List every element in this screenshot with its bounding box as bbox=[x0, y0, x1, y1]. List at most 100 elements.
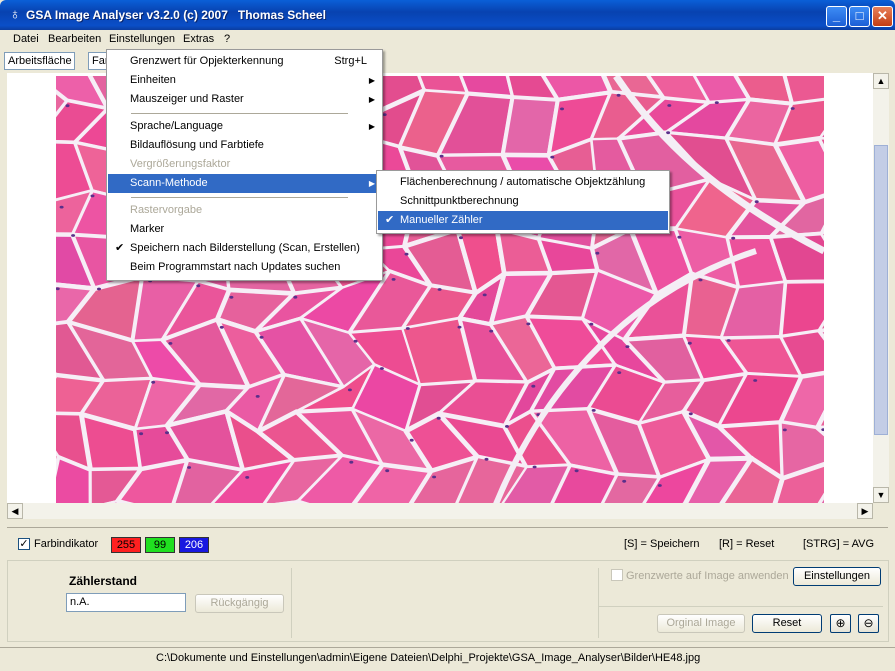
shortcut-save: [S] = Speichern bbox=[624, 538, 700, 550]
cell-nucleus bbox=[196, 284, 201, 288]
cell-nucleus bbox=[505, 425, 509, 428]
cell-nucleus bbox=[589, 322, 594, 326]
cell-nucleus bbox=[439, 154, 444, 158]
menu-item-cursor-grid[interactable]: Mauszeiger und Raster ▶ bbox=[108, 90, 381, 109]
submenu-item-intersection[interactable]: Schnittpunktberechnung bbox=[378, 192, 668, 211]
undo-button[interactable]: Rückgängig bbox=[195, 594, 284, 613]
menu-item-save-after-scan[interactable]: ✔ Speichern nach Bilderstellung (Scan, Er… bbox=[108, 239, 381, 258]
cell-nucleus bbox=[139, 432, 144, 436]
menu-item-units[interactable]: Einheiten ▶ bbox=[108, 71, 381, 90]
maximize-icon[interactable]: □ bbox=[849, 6, 870, 27]
menu-item-scan-method[interactable]: Scann-Methode ▶ bbox=[108, 174, 381, 193]
scan-method-submenu: Flächenberechnung / automatische Objektz… bbox=[376, 170, 670, 234]
scroll-down-icon[interactable]: ▼ bbox=[873, 487, 889, 503]
cell-nucleus bbox=[526, 322, 531, 326]
settings-button[interactable]: Einstellungen bbox=[793, 567, 881, 586]
cell-nucleus bbox=[409, 438, 414, 442]
farbindikator-label: Farbindikator bbox=[34, 538, 99, 550]
cell-nucleus bbox=[385, 469, 390, 473]
cell-nucleus bbox=[353, 339, 358, 343]
menu-item-label: Sprache/Language bbox=[130, 120, 223, 132]
cell-nucleus bbox=[151, 380, 156, 384]
panel-divider bbox=[291, 568, 292, 638]
cell-nucleus bbox=[688, 412, 693, 416]
original-image-button[interactable]: Orginal Image bbox=[657, 614, 745, 633]
cell-nucleus bbox=[550, 155, 555, 159]
cell-nucleus bbox=[482, 293, 487, 297]
scroll-up-icon[interactable]: ▲ bbox=[873, 73, 889, 89]
submenu-arrow-icon: ▶ bbox=[368, 179, 375, 188]
menu-item-check-updates[interactable]: Beim Programmstart nach Updates suchen bbox=[108, 258, 381, 277]
reset-button[interactable]: Reset bbox=[752, 614, 822, 633]
cell-nucleus bbox=[382, 113, 387, 116]
cell-nucleus bbox=[59, 205, 64, 209]
cell-nucleus bbox=[97, 287, 101, 291]
muscle-fiber bbox=[778, 279, 824, 339]
scroll-left-icon[interactable]: ◀ bbox=[7, 503, 23, 519]
menu-bearbeiten[interactable]: Bearbeiten bbox=[48, 33, 101, 45]
vertical-scroll-thumb[interactable] bbox=[874, 145, 888, 435]
app-icon[interactable]: ♁ bbox=[7, 7, 23, 23]
cell-nucleus bbox=[484, 457, 489, 461]
cell-nucleus bbox=[714, 101, 719, 104]
cell-nucleus bbox=[595, 251, 600, 255]
menu-einstellungen[interactable]: Einstellungen bbox=[109, 33, 176, 45]
counter-value-field[interactable]: n.A. bbox=[66, 593, 186, 612]
cell-nucleus bbox=[657, 484, 662, 487]
menu-item-label: Rastervorgabe bbox=[130, 204, 203, 216]
farbindikator-checkbox[interactable]: ✓ bbox=[18, 538, 30, 550]
threshold-checkbox[interactable] bbox=[611, 569, 623, 581]
submenu-item-area[interactable]: Flächenberechnung / automatische Objektz… bbox=[378, 173, 668, 192]
cell-nucleus bbox=[293, 295, 298, 299]
minimize-icon[interactable]: _ bbox=[826, 6, 847, 27]
menu-item-grid-preset[interactable]: Rastervorgabe bbox=[108, 201, 381, 220]
menu-item-marker[interactable]: Marker bbox=[108, 220, 381, 239]
cell-nucleus bbox=[489, 329, 494, 333]
close-icon[interactable]: ✕ bbox=[872, 6, 893, 27]
zoom-out-icon[interactable]: ⊖ bbox=[858, 614, 879, 633]
cell-nucleus bbox=[379, 367, 384, 370]
menu-item-resolution[interactable]: Bildauflösung und Farbtiefe bbox=[108, 136, 381, 155]
threshold-label: Grenzwerte auf Image anwenden bbox=[626, 570, 789, 582]
cell-nucleus bbox=[698, 278, 703, 282]
red-value-box: 255 bbox=[111, 537, 141, 553]
menu-item-magnification[interactable]: Vergrößerungsfaktor bbox=[108, 155, 381, 174]
cell-nucleus bbox=[622, 479, 627, 483]
menu-bar: Datei Bearbeiten Einstellungen Extras ? bbox=[0, 30, 895, 49]
menu-extras[interactable]: Extras bbox=[183, 33, 214, 45]
submenu-item-manual-counter[interactable]: ✔ Manueller Zähler bbox=[378, 211, 668, 230]
cell-nucleus bbox=[790, 107, 795, 110]
menu-item-label: Einheiten bbox=[130, 74, 176, 86]
menu-item-label: Flächenberechnung / automatische Objektz… bbox=[400, 176, 646, 188]
cell-nucleus bbox=[229, 295, 234, 299]
horizontal-scrollbar[interactable]: ◀ ▶ bbox=[7, 503, 873, 519]
menu-item-label: Speichern nach Bilderstellung (Scan, Ers… bbox=[130, 242, 360, 254]
scroll-right-icon[interactable]: ▶ bbox=[857, 503, 873, 519]
menu-item-label: Marker bbox=[130, 223, 165, 235]
cell-nucleus bbox=[165, 431, 169, 435]
title-bar[interactable]: ♁ GSA Image Analyser v3.2.0 (c) 2007 Tho… bbox=[0, 0, 895, 30]
cell-nucleus bbox=[617, 371, 622, 374]
menu-item-label: Grenzwert für Opjekterkennung bbox=[130, 55, 284, 67]
cell-nucleus bbox=[731, 236, 736, 240]
cell-nucleus bbox=[65, 104, 70, 108]
vertical-scrollbar[interactable]: ▲ ▼ bbox=[873, 73, 889, 503]
menu-item-language[interactable]: Sprache/Language ▶ bbox=[108, 117, 381, 136]
menu-item-threshold[interactable]: Grenzwert für Opjekterkennung Strg+L bbox=[108, 52, 381, 71]
cell-nucleus bbox=[754, 200, 759, 204]
menu-datei[interactable]: Datei bbox=[13, 33, 39, 45]
shortcut-reset: [R] = Reset bbox=[719, 538, 775, 550]
cell-nucleus bbox=[459, 236, 463, 240]
counter-title: Zählerstand bbox=[69, 574, 138, 588]
cell-nucleus bbox=[245, 476, 250, 479]
menu-item-label: Mauszeiger und Raster bbox=[130, 93, 244, 105]
menu-item-label: Beim Programmstart nach Updates suchen bbox=[130, 261, 341, 273]
submenu-arrow-icon: ▶ bbox=[368, 95, 375, 104]
menu-help[interactable]: ? bbox=[224, 33, 230, 45]
status-file-path: C:\Dokumente und Einstellungen\admin\Eig… bbox=[156, 652, 701, 664]
zoom-in-icon[interactable]: ⊕ bbox=[830, 614, 851, 633]
tab-arbeitsflaeche[interactable]: Arbeitsfläche bbox=[4, 52, 75, 70]
cell-nucleus bbox=[404, 252, 409, 256]
app-window: ♁ GSA Image Analyser v3.2.0 (c) 2007 Tho… bbox=[0, 0, 895, 671]
cell-nucleus bbox=[90, 194, 95, 198]
